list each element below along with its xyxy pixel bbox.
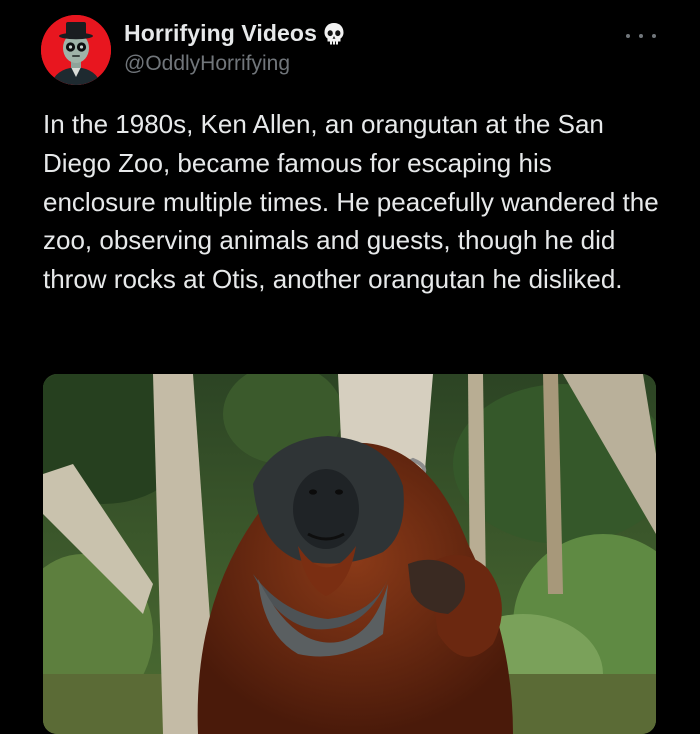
author-avatar[interactable]	[41, 15, 111, 85]
avatar-figure-icon	[41, 15, 111, 85]
author-name-row[interactable]: Horrifying Videos	[124, 20, 345, 47]
author-display-name[interactable]: Horrifying Videos	[124, 20, 317, 47]
skull-icon	[323, 22, 345, 46]
tweet-text: In the 1980s, Ken Allen, an orangutan at…	[43, 109, 659, 295]
more-horizontal-icon[interactable]	[626, 28, 656, 44]
dot	[626, 34, 630, 38]
author-handle[interactable]: @OddlyHorrifying	[124, 52, 290, 76]
tweet: Horrifying Videos @OddlyHorrifying In th…	[0, 0, 700, 734]
dot	[639, 34, 643, 38]
tweet-media-photo[interactable]	[43, 374, 656, 734]
orangutan-photo	[43, 374, 656, 734]
dot	[652, 34, 656, 38]
